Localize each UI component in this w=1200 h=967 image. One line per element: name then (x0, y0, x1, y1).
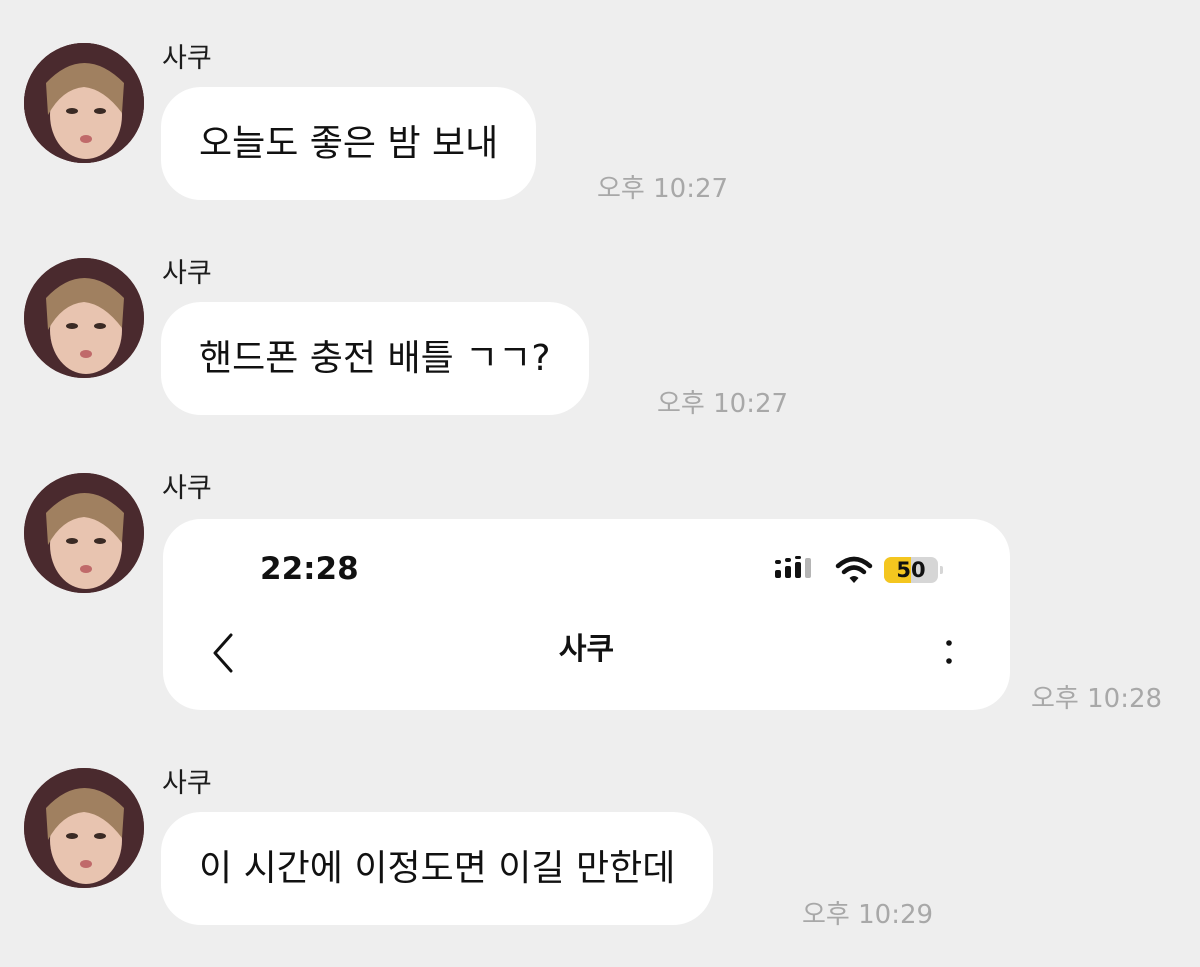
signal-icon (775, 556, 811, 578)
sender-name: 사쿠 (162, 43, 212, 74)
message-bubble[interactable]: 핸드폰 충전 배틀 ㄱㄱ? (161, 302, 589, 415)
avatar[interactable] (24, 473, 144, 593)
status-bar-clock: 22:28 (260, 551, 359, 587)
wifi-icon (835, 556, 873, 583)
message-timestamp: 오후 10:29 (802, 900, 934, 930)
battery-nub (940, 566, 943, 574)
chat-title: 사쿠 (558, 632, 615, 667)
message-bubble[interactable]: 이 시간에 이정도면 이길 만한데 (161, 812, 714, 925)
sender-name: 사쿠 (162, 768, 212, 799)
more-vertical-icon (946, 640, 952, 664)
message-timestamp: 오후 10:27 (657, 389, 789, 419)
message-bubble[interactable]: 오늘도 좋은 밤 보내 (161, 87, 537, 200)
sender-name: 사쿠 (162, 473, 212, 504)
message-timestamp: 오후 10:28 (1031, 684, 1163, 714)
screenshot-image-bubble[interactable]: 22:28 50 사쿠 (163, 519, 1010, 710)
battery-icon: 50 (884, 557, 938, 583)
sender-name: 사쿠 (162, 258, 212, 289)
battery-percentage: 50 (896, 558, 926, 582)
avatar[interactable] (24, 43, 144, 163)
avatar[interactable] (24, 768, 144, 888)
message-timestamp: 오후 10:27 (597, 174, 729, 204)
avatar[interactable] (24, 258, 144, 378)
